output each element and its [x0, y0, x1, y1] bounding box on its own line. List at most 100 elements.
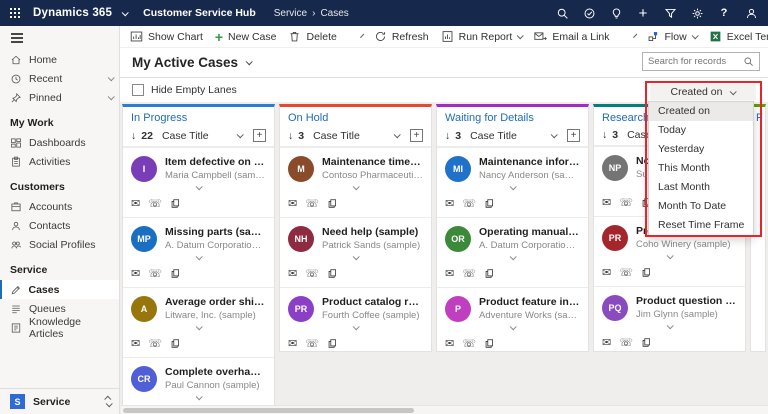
add-card-button[interactable]: + [253, 129, 266, 142]
add-card-button[interactable]: + [410, 129, 423, 142]
case-card[interactable]: PR Product catalog requeste… Fourth Coff… [280, 287, 431, 351]
phone-call-icon[interactable]: ☏ [148, 197, 162, 210]
case-card[interactable]: OR Operating manual require… A. Datum Co… [437, 217, 588, 287]
scrollbar-thumb[interactable] [123, 407, 415, 413]
phone-call-icon[interactable]: ☏ [462, 267, 476, 280]
case-card[interactable]: MI Maintenance information … Nancy Ander… [437, 147, 588, 217]
search-input[interactable] [648, 56, 738, 67]
sidebar-item-accounts[interactable]: Accounts [0, 197, 119, 216]
menu-item-reset-time-frame[interactable]: Reset Time Frame [649, 216, 753, 235]
sitemap-collapse-button[interactable] [0, 26, 119, 50]
copy-task-icon[interactable] [484, 338, 495, 349]
sort-descending-icon[interactable]: ↓ [288, 130, 293, 142]
expand-card-chevron-icon[interactable] [195, 322, 203, 330]
email-icon[interactable]: ✉ [131, 197, 140, 210]
copy-task-icon[interactable] [327, 198, 338, 209]
case-title[interactable]: Need help (sample) [322, 226, 420, 238]
expand-card-chevron-icon[interactable] [666, 251, 674, 259]
overflow-chevron-icon[interactable] [359, 33, 365, 38]
copy-task-icon[interactable] [170, 338, 181, 349]
case-title[interactable]: Complete overhaul requi… [165, 366, 266, 378]
copy-task-icon[interactable] [170, 268, 181, 279]
case-title[interactable]: Product question (sample) [636, 295, 737, 307]
expand-card-chevron-icon[interactable] [195, 182, 203, 190]
copy-task-icon[interactable] [641, 267, 652, 278]
email-icon[interactable]: ✉ [602, 266, 611, 279]
excel-templates-button[interactable]: Excel Templates [709, 30, 768, 43]
phone-call-icon[interactable]: ☏ [148, 337, 162, 350]
email-icon[interactable]: ✉ [445, 197, 454, 210]
menu-item-yesterday[interactable]: Yesterday [649, 140, 753, 159]
menu-item-last-month[interactable]: Last Month [649, 178, 753, 197]
menu-item-today[interactable]: Today [649, 121, 753, 140]
user-avatar-icon[interactable] [744, 6, 758, 20]
sidebar-item-cases[interactable]: Cases [0, 280, 119, 299]
sidebar-item-contacts[interactable]: Contacts [0, 216, 119, 235]
area-switcher-chevrons-icon[interactable] [104, 395, 113, 408]
sidebar-item-recent[interactable]: Recent [0, 69, 119, 88]
overflow-chevron-icon[interactable] [632, 33, 637, 38]
sort-descending-icon[interactable]: ↓ [445, 130, 450, 142]
case-title[interactable]: Operating manual require… [479, 226, 580, 238]
phone-call-icon[interactable]: ☏ [305, 197, 319, 210]
phone-call-icon[interactable]: ☏ [619, 336, 633, 349]
chevron-down-icon[interactable] [393, 131, 401, 139]
copy-task-icon[interactable] [484, 198, 495, 209]
expand-card-chevron-icon[interactable] [509, 322, 517, 330]
copy-task-icon[interactable] [327, 268, 338, 279]
phone-call-icon[interactable]: ☏ [462, 197, 476, 210]
phone-call-icon[interactable]: ☏ [462, 337, 476, 350]
show-chart-button[interactable]: Show Chart [130, 30, 203, 43]
menu-item-month-to-date[interactable]: Month To Date [649, 197, 753, 216]
help-icon[interactable]: ? [717, 6, 731, 20]
case-card[interactable]: P Product feature informati… Adventure W… [437, 287, 588, 351]
chevron-down-icon[interactable] [107, 74, 115, 82]
sort-descending-icon[interactable]: ↓ [131, 130, 136, 142]
phone-call-icon[interactable]: ☏ [619, 196, 633, 209]
checkmark-circle-icon[interactable] [582, 6, 596, 20]
email-icon[interactable]: ✉ [602, 336, 611, 349]
breadcrumb-service[interactable]: Service [274, 8, 307, 19]
brand-chevron-icon[interactable] [121, 8, 129, 16]
chevron-down-icon[interactable] [691, 32, 699, 40]
email-icon[interactable]: ✉ [288, 337, 297, 350]
settings-gear-icon[interactable] [690, 6, 704, 20]
new-case-button[interactable]: + New Case [215, 30, 277, 44]
lane-field-label[interactable]: Case Title [470, 130, 517, 142]
email-icon[interactable]: ✉ [131, 337, 140, 350]
case-card[interactable]: A Average order shipment … Litware, Inc.… [123, 287, 274, 357]
filter-funnel-icon[interactable] [663, 6, 677, 20]
copy-task-icon[interactable] [641, 337, 652, 348]
lightbulb-icon[interactable] [609, 6, 623, 20]
sidebar-item-pinned[interactable]: Pinned [0, 88, 119, 107]
delete-button[interactable]: Delete [288, 30, 337, 43]
case-title[interactable]: Maintenance time inform… [322, 156, 423, 168]
app-launcher-waffle-icon[interactable] [10, 7, 21, 19]
expand-card-chevron-icon[interactable] [509, 252, 517, 260]
copy-task-icon[interactable] [327, 338, 338, 349]
case-title[interactable]: Average order shipment … [165, 296, 266, 308]
expand-card-chevron-icon[interactable] [666, 321, 674, 329]
record-search-box[interactable] [642, 52, 760, 71]
email-icon[interactable]: ✉ [445, 337, 454, 350]
chevron-down-icon[interactable] [107, 93, 115, 101]
expand-card-chevron-icon[interactable] [195, 392, 203, 400]
expand-card-chevron-icon[interactable] [352, 252, 360, 260]
case-title[interactable]: Missing parts (sample) [165, 226, 266, 238]
lane-field-label[interactable]: Case Title [162, 130, 209, 142]
case-card[interactable]: CR Complete overhaul requi… Paul Cannon … [123, 357, 274, 409]
run-report-button[interactable]: Run Report [441, 30, 525, 43]
case-title[interactable]: Maintenance information … [479, 156, 580, 168]
horizontal-scrollbar[interactable] [121, 405, 768, 414]
app-name[interactable]: Customer Service Hub [143, 7, 256, 19]
created-on-filter-select[interactable]: Created on [650, 84, 756, 100]
sidebar-item-dashboards[interactable]: Dashboards [0, 133, 119, 152]
menu-item-this-month[interactable]: This Month [649, 159, 753, 178]
email-icon[interactable]: ✉ [131, 267, 140, 280]
email-icon[interactable]: ✉ [288, 267, 297, 280]
hide-empty-lanes-checkbox[interactable] [132, 84, 144, 96]
menu-item-created-on[interactable]: Created on [649, 102, 753, 121]
sort-descending-icon[interactable]: ↓ [602, 129, 607, 141]
refresh-button[interactable]: Refresh [374, 30, 429, 43]
sidebar-item-home[interactable]: Home [0, 50, 119, 69]
